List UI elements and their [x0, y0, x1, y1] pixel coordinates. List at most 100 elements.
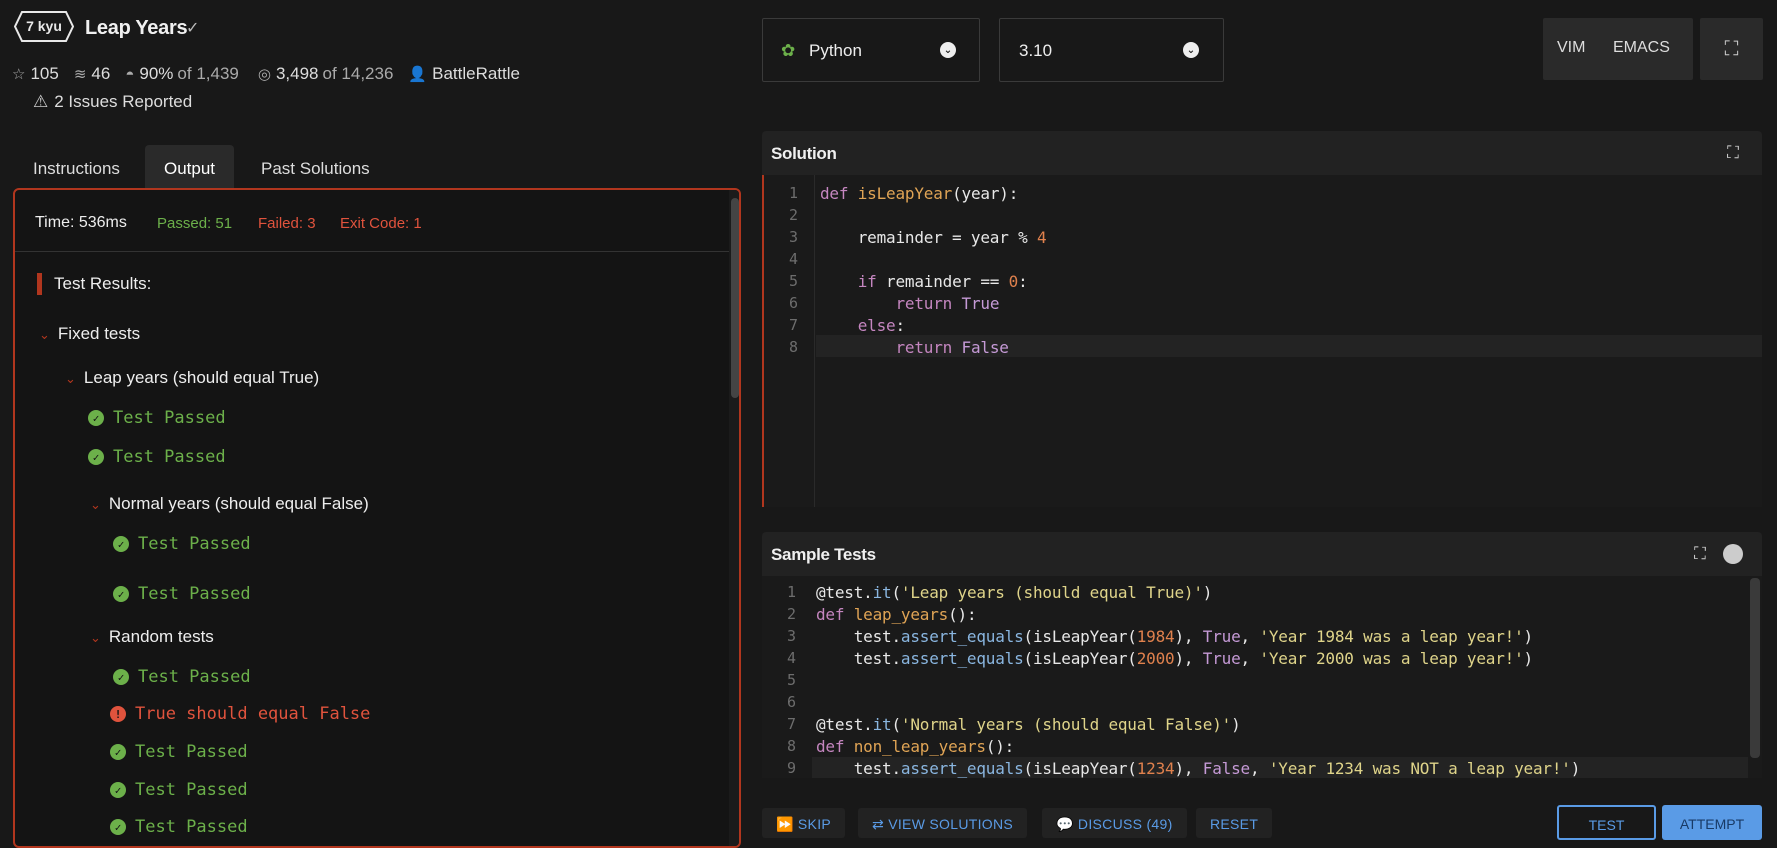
- group-leap-years[interactable]: ⌄ Leap years (should equal True): [65, 368, 319, 388]
- code-line: def non_leap_years():: [816, 737, 1015, 756]
- skip-button[interactable]: ⏩ SKIP: [762, 808, 846, 838]
- code-line: @test.it('Leap years (should equal True)…: [816, 583, 1213, 602]
- chevron-down-icon: ⌄: [1183, 42, 1199, 58]
- time-label: Time: 536ms: [35, 214, 127, 231]
- line-number: 7: [788, 316, 798, 334]
- rank-badge: 7 kyu: [14, 11, 74, 42]
- user-icon: 👤: [408, 66, 428, 83]
- line-number: 4: [788, 250, 798, 268]
- editor-scrollbar[interactable]: [1750, 578, 1760, 758]
- line-number: 7: [786, 715, 796, 733]
- expand-icon[interactable]: ⛶: [1694, 544, 1706, 564]
- line-number: 4: [786, 649, 796, 667]
- test-result: ✓ Test Passed: [113, 584, 251, 604]
- line-number: 5: [788, 272, 798, 290]
- passed-label: Passed: 51: [157, 215, 233, 232]
- line-number: 3: [786, 627, 796, 645]
- line-number: 8: [788, 338, 798, 356]
- expand-icon: ⛶: [1724, 37, 1739, 60]
- code-line: return False: [895, 338, 1009, 357]
- layers-icon: ≋: [73, 66, 87, 83]
- vim-button[interactable]: VIM: [1557, 39, 1585, 57]
- exit-code-label: Exit Code: 1: [340, 215, 422, 232]
- group-fixed-tests[interactable]: ⌄ Fixed tests: [39, 324, 140, 344]
- kata-stats: ☆ 105 ≋ 46 ◓ 90% of 1,439 ◎ 3,498 of 14,236 👤 B…: [12, 64, 535, 84]
- check-circle-icon: ✓: [113, 586, 129, 602]
- target-icon: ◎: [257, 66, 271, 83]
- chevron-down-icon: ⌄: [90, 630, 101, 645]
- rating-icon: ◓: [125, 65, 135, 83]
- solution-editor[interactable]: 1 2 3 4 5 6 7 8 def isLeapYear(year): re…: [762, 175, 1762, 507]
- output-scrollbar[interactable]: [729, 190, 739, 846]
- view-solutions-button[interactable]: ⇄ VIEW SOLUTIONS: [858, 808, 1028, 838]
- output-summary: Time: 536ms Passed: 51 Failed: 3 Exit Co…: [15, 190, 729, 252]
- satisfaction-stat: ◓ 90% of 1,439: [125, 64, 239, 83]
- completed-stat: ◎ 3,498 of 14,236: [257, 64, 394, 83]
- chevron-down-icon: ⌄: [65, 371, 76, 386]
- check-circle-icon: ✓: [110, 744, 126, 760]
- stars-stat[interactable]: ☆ 105: [12, 64, 59, 84]
- fullscreen-button[interactable]: ⛶: [1700, 18, 1763, 80]
- error-circle-icon: !: [110, 706, 126, 722]
- code-line: else:: [857, 316, 905, 335]
- language-select[interactable]: ✿ Python ⌄: [762, 18, 980, 82]
- line-number: 6: [788, 294, 798, 312]
- chevron-down-icon: ⌄: [90, 497, 101, 512]
- expand-icon[interactable]: ⛶: [1727, 143, 1739, 163]
- line-number: 6: [786, 693, 796, 711]
- issues-link[interactable]: ⚠ 2 Issues Reported: [33, 92, 192, 112]
- line-number: 5: [786, 671, 796, 689]
- group-normal-years[interactable]: ⌄ Normal years (should equal False): [90, 494, 369, 514]
- chevron-down-icon: ⌄: [940, 42, 956, 58]
- code-line: @test.it('Normal years (should equal Fal…: [816, 715, 1241, 734]
- failed-label: Failed: 3: [258, 215, 316, 232]
- check-circle-icon: ✓: [110, 782, 126, 798]
- warning-icon: ⚠: [33, 92, 49, 111]
- check-circle-icon: ✓: [88, 410, 104, 426]
- line-number: 3: [788, 228, 798, 246]
- test-result: ✓ Test Passed: [88, 447, 226, 467]
- reset-button[interactable]: RESET: [1196, 808, 1273, 838]
- check-circle-icon: ✓: [110, 819, 126, 835]
- test-result-failed: ! True should equal False: [110, 704, 370, 724]
- chevron-down-icon: ⌄: [39, 327, 50, 342]
- test-result: ✓ Test Passed: [110, 817, 248, 837]
- solution-title: Solution: [771, 144, 837, 163]
- test-button[interactable]: TEST: [1557, 805, 1656, 840]
- group-random-tests[interactable]: ⌄ Random tests: [90, 627, 214, 647]
- results-title: Test Results:: [54, 274, 152, 293]
- test-result: ✓ Test Passed: [113, 667, 251, 687]
- editor-mode-group: VIM EMACS: [1543, 18, 1693, 80]
- tab-past-solutions[interactable]: Past Solutions: [242, 145, 389, 192]
- check-icon: ✓: [186, 20, 200, 37]
- version-value: 3.10: [1019, 41, 1053, 60]
- line-number: 8: [786, 737, 796, 755]
- test-result: ✓ Test Passed: [110, 742, 248, 762]
- help-icon[interactable]: ?: [1723, 544, 1743, 564]
- discuss-button[interactable]: 💬 DISCUSS (49): [1042, 808, 1187, 838]
- line-number: 1: [788, 184, 798, 202]
- line-number: 1: [786, 583, 796, 601]
- code-line: return True: [895, 294, 1000, 313]
- code-line: test.assert_equals(isLeapYear(1984), Tru…: [816, 627, 1533, 646]
- collections-stat[interactable]: ≋ 46: [74, 64, 111, 84]
- version-select[interactable]: 3.10 ⌄: [999, 18, 1224, 82]
- test-result: ✓ Test Passed: [113, 534, 251, 554]
- line-number: 9: [786, 759, 796, 777]
- sample-tests-editor[interactable]: 1 2 3 4 5 6 7 8 9 @test.it('Leap years (…: [762, 576, 1762, 778]
- test-result: ✓ Test Passed: [110, 780, 248, 800]
- tab-instructions[interactable]: Instructions: [14, 145, 139, 192]
- tab-output[interactable]: Output: [145, 145, 235, 192]
- code-line: remainder = year % 4: [820, 228, 1047, 247]
- language-value: Python: [809, 41, 862, 60]
- attempt-button[interactable]: ATTEMPT: [1662, 805, 1762, 840]
- emacs-button[interactable]: EMACS: [1613, 39, 1670, 57]
- solution-header: Solution ⛶: [762, 131, 1762, 175]
- line-gutter: 1 2 3 4 5 6 7 8: [764, 175, 815, 507]
- author-stat[interactable]: 👤 BattleRattle: [408, 64, 520, 84]
- code-line: def isLeapYear(year):: [820, 184, 1019, 203]
- check-circle-icon: ✓: [88, 449, 104, 465]
- python-icon: ✿: [781, 41, 796, 60]
- results-accent-bar: [37, 273, 42, 295]
- star-icon: ☆: [12, 66, 26, 83]
